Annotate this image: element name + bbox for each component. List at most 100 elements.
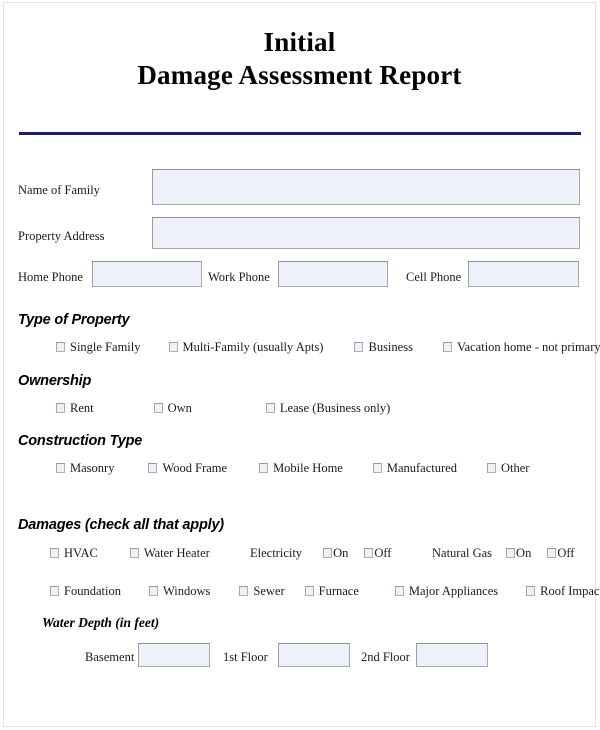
water-depth-basement-input[interactable] [138,643,210,667]
checkbox-icon[interactable] [50,548,59,559]
checkbox-item-sewer[interactable]: Sewer [239,583,285,599]
checkbox-item-masonry[interactable]: Masonry [56,460,114,476]
construction-type-options: Masonry Wood Frame Mobile Home Manufactu… [56,460,529,476]
checkbox-label: Roof Impact [540,584,600,599]
name-of-family-input[interactable] [152,169,580,205]
checkbox-icon[interactable] [50,586,59,597]
checkbox-label: Major Appliances [408,584,499,599]
checkbox-label: Other [500,461,530,476]
checkbox-item-manufactured[interactable]: Manufactured [372,460,457,476]
cell-phone-label: Cell Phone [406,270,462,284]
checkbox-item-lease[interactable]: Lease (Business only) [265,400,391,416]
page-title-line-2: Damage Assessment Report [137,59,462,90]
checkbox-icon[interactable] [506,548,516,559]
checkbox-label: On [516,546,532,561]
checkbox-icon[interactable] [129,548,139,559]
name-of-family-label: Name of Family [18,183,100,197]
checkbox-item-multi-family[interactable]: Multi-Family (usually Apts) [168,339,324,355]
section-heading-water-depth: Water Depth (in feet) [42,615,160,630]
checkbox-item-own[interactable]: Own [153,400,192,416]
title-divider-rule [19,132,581,135]
checkbox-label: Rent [70,401,94,416]
checkbox-label: Mobile Home [273,461,343,476]
checkbox-item-furnace[interactable]: Furnace [304,583,359,599]
checkbox-label: Water Heater [143,546,210,561]
checkbox-icon[interactable] [304,586,314,597]
checkbox-label: On [333,546,349,561]
water-depth-1st-floor-input[interactable] [278,643,350,667]
water-depth-1st-floor-label: 1st Floor [223,650,268,664]
report-title-block: Initial Damage Assessment Report [4,3,595,93]
checkbox-label: Off [374,546,392,561]
checkbox-item-business[interactable]: Business [354,339,413,355]
checkbox-icon[interactable] [354,342,364,353]
checkbox-item-mobile-home[interactable]: Mobile Home [259,460,343,476]
home-phone-label: Home Phone [18,270,83,284]
water-depth-basement-label: Basement [85,650,135,664]
damages-row-2: Foundation Windows Sewer Furnace Major A… [50,583,600,599]
property-address-input[interactable] [152,217,580,249]
checkbox-label: Own [167,401,192,416]
checkbox-icon[interactable] [526,586,536,597]
checkbox-label: Off [557,546,575,561]
checkbox-item-windows[interactable]: Windows [148,583,211,599]
checkbox-icon[interactable] [148,463,158,474]
checkbox-item-major-appliances[interactable]: Major Appliances [394,583,499,599]
checkbox-item-natural-gas-on[interactable]: On [506,545,531,561]
checkbox-icon[interactable] [372,463,382,474]
checkbox-label: Single Family [70,340,141,355]
checkbox-icon[interactable] [153,403,163,414]
checkbox-icon[interactable] [148,586,158,597]
home-phone-input[interactable] [92,261,202,287]
utility-natural-gas-group: Natural Gas On Off [432,545,574,561]
checkbox-label: Multi-Family (usually Apts) [182,340,324,355]
checkbox-icon[interactable] [265,403,275,414]
water-depth-2nd-floor-input[interactable] [416,643,488,667]
work-phone-label: Work Phone [208,270,270,284]
checkbox-icon[interactable] [56,463,65,474]
work-phone-input[interactable] [278,261,388,287]
checkbox-icon[interactable] [547,548,557,559]
checkbox-label: Masonry [70,461,115,476]
cell-phone-input[interactable] [468,261,579,287]
utility-label-electricity: Electricity [250,546,303,561]
utility-label-natural-gas: Natural Gas [432,546,493,561]
checkbox-icon[interactable] [56,342,65,353]
checkbox-item-rent[interactable]: Rent [56,400,94,416]
water-depth-2nd-floor-label: 2nd Floor [361,650,410,664]
form-page: Initial Damage Assessment Report Name of… [3,2,600,727]
checkbox-icon[interactable] [239,586,249,597]
property-address-label: Property Address [18,229,105,243]
checkbox-item-vacation-home[interactable]: Vacation home - not primary [442,339,600,355]
damages-row-1: HVAC Water Heater [50,545,210,561]
type-of-property-options: Single Family Multi-Family (usually Apts… [56,339,600,355]
checkbox-icon[interactable] [323,548,333,559]
checkbox-item-water-heater[interactable]: Water Heater [129,545,210,561]
page-title-line-1: Initial [263,27,336,57]
checkbox-icon[interactable] [442,342,452,353]
checkbox-icon[interactable] [56,403,65,414]
ownership-options: Rent Own Lease (Business only) [56,400,390,416]
checkbox-label: Vacation home - not primary [456,340,600,355]
section-heading-type-of-property: Type of Property [18,312,130,328]
checkbox-label: Windows [162,584,211,599]
checkbox-item-single-family[interactable]: Single Family [56,339,141,355]
checkbox-item-electricity-off[interactable]: Off [364,545,391,561]
checkbox-item-foundation[interactable]: Foundation [50,583,121,599]
checkbox-item-hvac[interactable]: HVAC [50,545,98,561]
checkbox-icon[interactable] [259,463,269,474]
checkbox-label: Furnace [318,584,359,599]
checkbox-icon[interactable] [168,342,178,353]
checkbox-label: Lease (Business only) [279,401,391,416]
checkbox-icon[interactable] [364,548,374,559]
checkbox-item-electricity-on[interactable]: On [323,545,348,561]
checkbox-label: HVAC [64,546,98,561]
checkbox-label: Foundation [64,584,121,599]
checkbox-item-wood-frame[interactable]: Wood Frame [148,460,227,476]
checkbox-item-natural-gas-off[interactable]: Off [547,545,574,561]
checkbox-icon[interactable] [394,586,404,597]
section-heading-ownership: Ownership [18,373,92,389]
checkbox-item-other[interactable]: Other [486,460,530,476]
checkbox-icon[interactable] [486,463,496,474]
checkbox-item-roof-impact[interactable]: Roof Impact [526,583,600,599]
